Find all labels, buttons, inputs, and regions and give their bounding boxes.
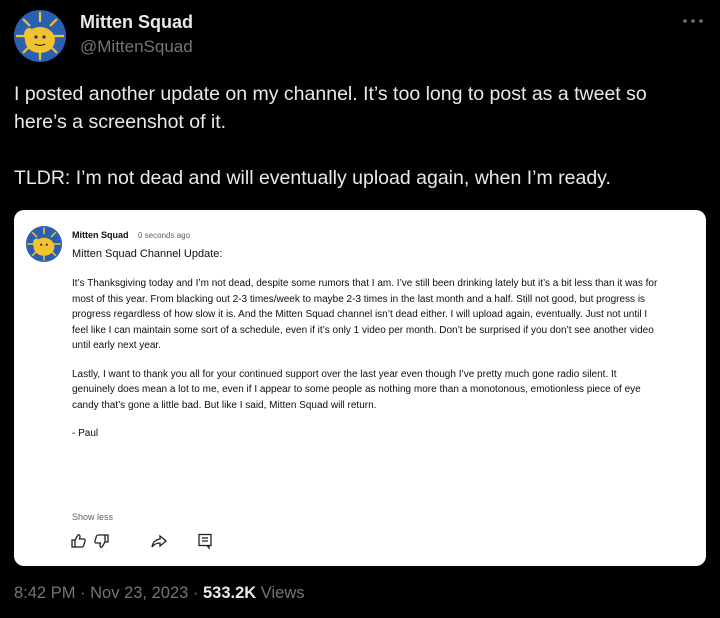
mitten-logo-icon [14,10,66,62]
author-handle[interactable]: @MittenSquad [80,37,193,57]
tweet-paragraph: I posted another update on my channel. I… [14,83,647,133]
share-icon [150,532,168,550]
post-paragraph: It’s Thanksgiving today and I’m not dead… [72,278,658,351]
post-body: It’s Thanksgiving today and I’m not dead… [72,276,662,442]
post-author-avatar [26,226,62,262]
tweet-text: I posted another update on my channel. I… [14,80,704,192]
thumbs-up-icon [70,532,88,550]
meta-separator: · [80,584,86,602]
post-timestamp: 0 seconds ago [138,231,191,240]
views-label: Views [260,584,305,602]
meta-separator: · [192,584,199,602]
post-paragraph: Lastly, I want to thank you all for your… [72,368,641,411]
attached-image-community-post[interactable]: Mitten Squad 0 seconds ago Mitten Squad … [14,210,706,566]
tweet-time[interactable]: 8:42 PM [14,584,75,602]
post-author-name: Mitten Squad [72,230,129,240]
tweet-meta: 8:42 PM · Nov 23, 2023 · 533.2K Views [14,584,305,603]
mitten-logo-icon [26,226,62,262]
comment-icon [196,532,214,550]
more-options-button[interactable] [680,12,706,30]
tweet-header: Mitten Squad @MittenSquad [14,10,706,64]
post-signature: - Paul [72,428,99,439]
tweet-date[interactable]: Nov 23, 2023 [90,584,188,602]
thumbs-down-icon [92,532,110,550]
author-avatar[interactable] [14,10,66,62]
post-title: Mitten Squad Channel Update: [72,248,223,260]
author-name[interactable]: Mitten Squad [80,12,193,33]
more-horizontal-icon [683,19,703,23]
views-count: 533.2K [202,584,257,602]
tweet-paragraph: TLDR: I’m not dead and will eventually u… [14,167,611,189]
show-less-link: Show less [72,512,114,522]
